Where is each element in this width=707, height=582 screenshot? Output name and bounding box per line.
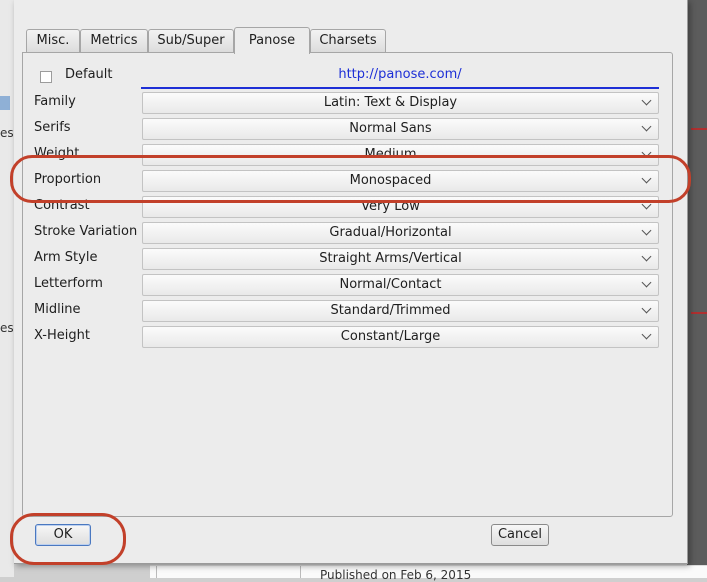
stroke-variation-select[interactable]: Gradual/Horizontal <box>142 222 659 244</box>
chevron-down-icon <box>641 303 652 314</box>
background-text-fragment: es <box>0 321 14 335</box>
chevron-down-icon <box>641 147 652 158</box>
default-label: Default <box>65 67 113 82</box>
tab-charsets[interactable]: Charsets <box>310 29 386 52</box>
family-select[interactable]: Latin: Text & Display <box>142 92 659 114</box>
stroke-variation-value: Gradual/Horizontal <box>329 225 452 240</box>
family-label: Family <box>34 94 76 109</box>
family-value: Latin: Text & Display <box>323 95 458 110</box>
chevron-down-icon <box>641 199 652 210</box>
weight-value: Medium <box>364 147 417 162</box>
letterform-value: Normal/Contact <box>339 277 442 292</box>
ok-button[interactable]: OK <box>35 524 91 546</box>
weight-select[interactable]: Medium <box>142 144 659 166</box>
serifs-label: Serifs <box>34 120 71 135</box>
chevron-down-icon <box>641 225 652 236</box>
x-height-value: Constant/Large <box>340 329 441 344</box>
background-selection-marker <box>0 96 10 110</box>
tab-metrics[interactable]: Metrics <box>80 29 148 52</box>
x-height-select[interactable]: Constant/Large <box>142 326 659 348</box>
background-left-panel: es es <box>0 0 14 577</box>
published-date-text: Published on Feb 6, 2015 <box>320 568 472 582</box>
x-height-label: X-Height <box>34 328 90 343</box>
background-rule <box>300 566 301 578</box>
tab-sub-super[interactable]: Sub/Super <box>148 29 234 52</box>
default-checkbox[interactable] <box>40 71 52 83</box>
arm-style-select[interactable]: Straight Arms/Vertical <box>142 248 659 270</box>
midline-value: Standard/Trimmed <box>330 303 451 318</box>
chevron-down-icon <box>641 251 652 262</box>
weight-label: Weight <box>34 146 80 161</box>
serifs-select[interactable]: Normal Sans <box>142 118 659 140</box>
tab-panose[interactable]: Panose <box>234 27 310 54</box>
chevron-down-icon <box>641 95 652 106</box>
panose-panel: Default http://panose.com/ Family Latin:… <box>22 52 673 517</box>
stroke-variation-label: Stroke Variation <box>34 224 138 239</box>
letterform-label: Letterform <box>34 276 103 291</box>
background-text-fragment: es <box>0 126 14 140</box>
chevron-down-icon <box>641 173 652 184</box>
proportion-value: Monospaced <box>349 173 432 188</box>
proportion-select[interactable]: Monospaced <box>142 170 659 192</box>
midline-select[interactable]: Standard/Trimmed <box>142 300 659 322</box>
background-rule <box>156 566 157 578</box>
font-info-dialog: Misc. Metrics Sub/Super Panose Charsets … <box>14 0 688 564</box>
chevron-down-icon <box>641 329 652 340</box>
midline-label: Midline <box>34 302 81 317</box>
panose-url-link[interactable]: http://panose.com/ <box>141 67 659 82</box>
contrast-value: Very Low <box>361 199 420 214</box>
chevron-down-icon <box>641 121 652 132</box>
tab-misc[interactable]: Misc. <box>26 29 80 52</box>
cancel-button[interactable]: Cancel <box>491 524 549 546</box>
arm-style-label: Arm Style <box>34 250 98 265</box>
proportion-label: Proportion <box>34 172 102 187</box>
url-underline <box>141 87 659 89</box>
serifs-value: Normal Sans <box>349 121 432 136</box>
background-red-line <box>691 312 707 314</box>
background-bottom-strip: Published on Feb 6, 2015 <box>150 565 707 582</box>
chevron-down-icon <box>641 277 652 288</box>
background-red-line <box>691 128 707 130</box>
arm-style-value: Straight Arms/Vertical <box>319 251 462 266</box>
contrast-label: Contrast <box>34 198 90 213</box>
contrast-select[interactable]: Very Low <box>142 196 659 218</box>
letterform-select[interactable]: Normal/Contact <box>142 274 659 296</box>
background-right-panel <box>687 0 707 577</box>
